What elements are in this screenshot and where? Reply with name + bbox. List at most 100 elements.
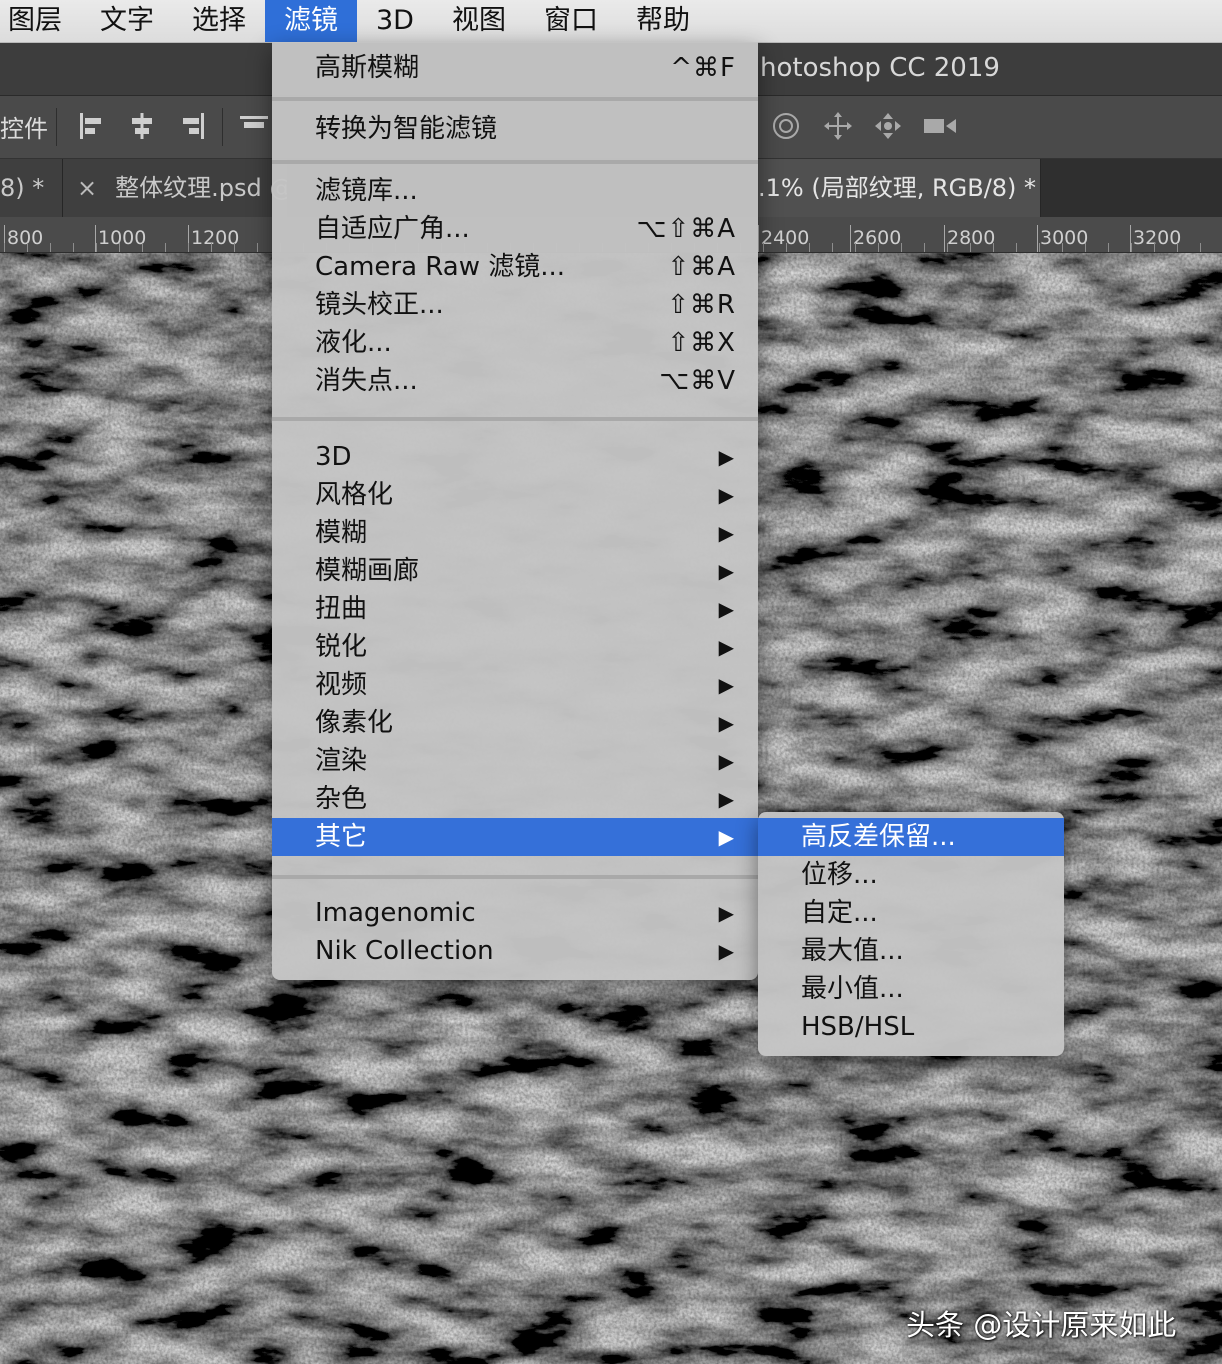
menubar-item[interactable]: 图层: [0, 0, 81, 42]
menubar-item[interactable]: 选择: [173, 0, 265, 42]
menubar-item[interactable]: 帮助: [617, 0, 709, 42]
ruler-minor-tick: [855, 243, 856, 252]
ruler-minor-tick: [878, 243, 879, 252]
menu-item-label: Camera Raw 滤镜...: [315, 252, 566, 282]
submenu-item-label: HSB/HSL: [801, 1012, 915, 1042]
filter-menu-item[interactable]: Imagenomic ▶: [272, 894, 758, 932]
ruler-minor-tick: [165, 243, 166, 252]
ruler-tick: [850, 225, 851, 252]
submenu-arrow-icon: ▶: [718, 673, 734, 697]
ruler-minor-tick: [234, 243, 235, 252]
submenu-arrow-icon: ▶: [718, 939, 734, 963]
submenu-item[interactable]: 最小值...: [758, 970, 1064, 1008]
filter-menu-item[interactable]: 消失点... ⌥⌘V: [272, 362, 758, 400]
align-left-icon[interactable]: [76, 110, 108, 142]
ruler-tick: [1037, 225, 1038, 252]
align-top-icon[interactable]: [238, 110, 270, 142]
menu-item-label: 3D: [315, 442, 352, 472]
menubar-item[interactable]: 3D: [357, 0, 433, 42]
submenu-item[interactable]: 位移...: [758, 856, 1064, 894]
menubar-item[interactable]: 滤镜: [265, 0, 357, 42]
filter-menu-item[interactable]: 自适应广角... ⌥⇧⌘A: [272, 210, 758, 248]
ruler-minor-tick: [257, 243, 258, 252]
filter-menu-item[interactable]: 杂色 ▶: [272, 780, 758, 818]
filter-menu-item[interactable]: 视频 ▶: [272, 666, 758, 704]
ruler-minor-tick: [1039, 243, 1040, 252]
submenu-arrow-icon: ▶: [718, 787, 734, 811]
submenu-arrow-icon: ▶: [718, 483, 734, 507]
submenu-item[interactable]: 自定...: [758, 894, 1064, 932]
document-tab[interactable]: × 整体纹理.psd @: [63, 159, 288, 217]
ruler-minor-tick: [73, 243, 74, 252]
filter-menu-item[interactable]: 高斯模糊 ^⌘F: [272, 49, 758, 87]
menu-item-label: 自适应广角...: [315, 214, 470, 244]
align-right-icon[interactable]: [176, 110, 208, 142]
align-center-icon[interactable]: [126, 110, 158, 142]
app-menubar: 图层 文字 选择 滤镜 3D 视图 窗口 帮助: [0, 0, 1222, 43]
3d-orbit-icon[interactable]: [770, 110, 802, 142]
options-label: 控件: [0, 115, 48, 143]
filter-menu-item[interactable]: 像素化 ▶: [272, 704, 758, 742]
submenu-arrow-icon: ▶: [718, 711, 734, 735]
filter-menu-item[interactable]: 风格化 ▶: [272, 476, 758, 514]
filter-menu-item[interactable]: 锐化 ▶: [272, 628, 758, 666]
submenu-item-label: 位移...: [801, 860, 878, 890]
menu-item-label: 扭曲: [315, 594, 368, 624]
ruler-minor-tick: [188, 243, 189, 252]
menu-separator: [272, 97, 758, 101]
3d-slide-icon[interactable]: [872, 110, 904, 142]
filter-menu-item[interactable]: 滤镜库...: [272, 172, 758, 210]
ruler-minor-tick: [901, 243, 902, 252]
submenu-item[interactable]: 高反差保留...: [758, 818, 1064, 856]
ruler-minor-tick: [763, 243, 764, 252]
watermark-text: 头条 @设计原来如此: [906, 1308, 1177, 1342]
other-submenu: 高反差保留... 位移... 自定... 最大值... 最小值... HSB/HSL: [758, 812, 1064, 1056]
menu-item-label: 消失点...: [315, 366, 418, 396]
submenu-arrow-icon: ▶: [718, 521, 734, 545]
filter-menu-item[interactable]: Camera Raw 滤镜... ⇧⌘A: [272, 248, 758, 286]
filter-menu-item[interactable]: 液化... ⇧⌘X: [272, 324, 758, 362]
ruler-minor-tick: [1131, 243, 1132, 252]
ruler-minor-tick: [1154, 243, 1155, 252]
ruler-label: 1200: [191, 227, 240, 249]
filter-menu-item[interactable]: 渲染 ▶: [272, 742, 758, 780]
tab-label: 8) *: [0, 174, 45, 202]
filter-menu-item[interactable]: 模糊画廊 ▶: [272, 552, 758, 590]
filter-menu-item[interactable]: 扭曲 ▶: [272, 590, 758, 628]
menu-item-shortcut: ^⌘F: [670, 53, 736, 83]
close-icon[interactable]: ×: [77, 174, 97, 202]
submenu-arrow-icon: ▶: [718, 445, 734, 469]
filter-menu-item[interactable]: 转换为智能滤镜: [272, 110, 758, 148]
ruler-minor-tick: [809, 243, 810, 252]
ruler-minor-tick: [1200, 243, 1201, 252]
document-tab-active[interactable]: .1% (局部纹理, RGB/8) *: [758, 159, 1041, 217]
menu-item-label: Imagenomic: [315, 898, 476, 928]
submenu-item[interactable]: 最大值...: [758, 932, 1064, 970]
menu-item-label: 模糊画廊: [315, 556, 420, 586]
ruler-minor-tick: [786, 243, 787, 252]
ruler-label: 2800: [947, 227, 996, 249]
ruler-minor-tick: [27, 243, 28, 252]
3d-camera-icon[interactable]: [922, 110, 962, 142]
submenu-item-label: 自定...: [801, 898, 878, 928]
3d-pan-icon[interactable]: [822, 110, 854, 142]
filter-menu-item[interactable]: 模糊 ▶: [272, 514, 758, 552]
filter-menu-item[interactable]: Nik Collection ▶: [272, 932, 758, 970]
menubar-item[interactable]: 文字: [81, 0, 173, 42]
menu-item-label: 杂色: [315, 784, 368, 814]
submenu-item[interactable]: HSB/HSL: [758, 1008, 1064, 1046]
filter-menu-item[interactable]: 镜头校正... ⇧⌘R: [272, 286, 758, 324]
ruler-label: 3000: [1040, 227, 1089, 249]
document-tab[interactable]: 8) *: [0, 159, 63, 217]
ruler-minor-tick: [993, 243, 994, 252]
filter-menu-item[interactable]: 3D ▶: [272, 438, 758, 476]
menu-item-label: 锐化: [315, 632, 368, 662]
ruler-minor-tick: [119, 243, 120, 252]
filter-menu-item[interactable]: 其它 ▶: [272, 818, 758, 856]
menu-item-label: 转换为智能滤镜: [315, 114, 498, 144]
ruler-minor-tick: [4, 243, 5, 252]
menu-item-shortcut: ⇧⌘A: [667, 252, 736, 282]
menubar-item[interactable]: 视图: [433, 0, 525, 42]
tab-label: .1% (局部纹理, RGB/8) *: [758, 174, 1037, 202]
menubar-item[interactable]: 窗口: [525, 0, 617, 42]
